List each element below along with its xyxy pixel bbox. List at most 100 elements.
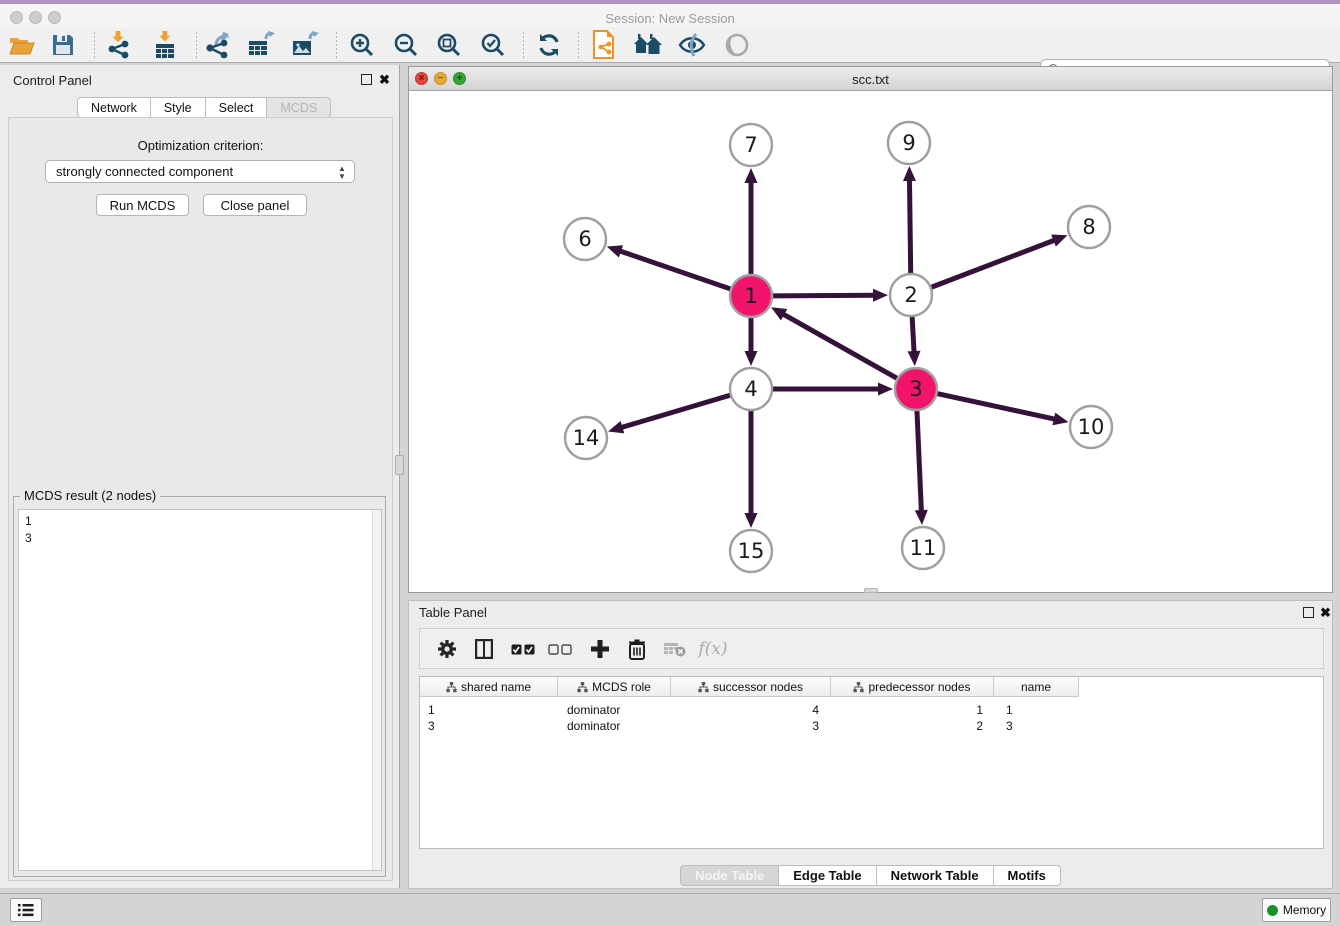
share-network-document-icon[interactable] (588, 30, 620, 60)
network-view-window: × − + scc.txt 7968124314101511 (408, 66, 1333, 593)
graph-edge-1-6[interactable] (618, 250, 731, 289)
table-row[interactable]: 3dominator323 (420, 718, 1323, 734)
tab-mcds[interactable]: MCDS (267, 97, 331, 118)
status-bar: Memory (0, 893, 1340, 926)
tab-node-table[interactable]: Node Table (680, 865, 779, 886)
table-row[interactable]: 1dominator411 (420, 702, 1323, 718)
delete-column-trash-icon[interactable] (622, 634, 652, 664)
graph-node-label: 8 (1082, 215, 1095, 239)
graph-edge-arrowhead (878, 383, 893, 396)
table-cell: 3 (998, 718, 1083, 734)
graph-edge-arrowhead (915, 510, 928, 525)
zoom-in-icon[interactable] (346, 30, 378, 60)
vertical-splitter-grip[interactable] (395, 455, 404, 475)
table-header-row: shared name MCDS role successor nodes prede… (420, 677, 1079, 697)
network-window-titlebar[interactable]: × − + scc.txt (409, 67, 1332, 91)
zoom-selected-icon[interactable] (477, 30, 509, 60)
graph-edge-arrowhead (1052, 413, 1068, 426)
graph-edge-arrowhead (873, 289, 888, 302)
close-panel-button[interactable]: Close panel (203, 194, 307, 216)
memory-button[interactable]: Memory (1262, 898, 1331, 922)
network-window-title: scc.txt (409, 72, 1332, 87)
column-header-label: predecessor nodes (868, 680, 970, 694)
graph-edge-arrowhead (745, 351, 758, 366)
save-session-icon[interactable] (47, 30, 79, 60)
node-table[interactable]: shared name MCDS role successor nodes prede… (419, 676, 1324, 849)
run-mcds-button[interactable]: Run MCDS (96, 194, 189, 216)
session-title: Session: New Session (0, 11, 1340, 26)
add-column-icon[interactable] (585, 634, 615, 664)
graph-edge-1-2[interactable] (772, 295, 876, 296)
graph-node-label: 4 (744, 377, 757, 401)
table-panel-tabs: Node Table Edge Table Network Table Moti… (409, 865, 1332, 886)
graph-node-label: 7 (744, 133, 757, 157)
graph-edge-2-3[interactable] (912, 316, 914, 354)
graph-node-label: 15 (738, 539, 765, 563)
import-network-icon[interactable] (103, 30, 135, 60)
graph-edge-4-14[interactable] (620, 395, 731, 428)
mcds-tab-content: Optimization criterion: strongly connect… (8, 117, 393, 881)
result-scrollbar[interactable] (372, 510, 381, 870)
mcds-result-line: 3 (25, 530, 381, 547)
export-network-icon[interactable] (202, 30, 234, 60)
refresh-layout-icon[interactable] (533, 30, 565, 60)
table-cell: 2 (834, 718, 997, 734)
tab-edge-table[interactable]: Edge Table (779, 865, 876, 886)
graph-edge-3-1[interactable] (781, 313, 897, 379)
mcds-result-textarea[interactable]: 13 (18, 509, 382, 871)
tab-network[interactable]: Network (77, 97, 151, 118)
column-header-name[interactable]: name (994, 677, 1079, 697)
tab-motifs[interactable]: Motifs (994, 865, 1061, 886)
control-panel: Control Panel ✖ Network Style Select MCD… (0, 65, 400, 888)
graph-edge-3-11[interactable] (917, 410, 922, 513)
visibility-toggle-icon[interactable] (676, 30, 708, 60)
main-toolbar (0, 27, 1340, 63)
split-columns-icon[interactable] (469, 634, 499, 664)
network-resize-grip[interactable] (864, 588, 878, 593)
app-titlebar: Session: New Session (0, 0, 1340, 27)
export-table-icon[interactable] (245, 30, 277, 60)
table-toolbar: f(x) (419, 628, 1324, 669)
close-panel-icon[interactable]: ✖ (379, 74, 390, 85)
settings-gear-icon[interactable] (432, 634, 462, 664)
tab-select[interactable]: Select (206, 97, 268, 118)
open-session-icon[interactable] (6, 30, 38, 60)
select-all-checkboxes-icon[interactable] (508, 634, 538, 664)
column-header-label: shared name (461, 680, 531, 694)
export-image-icon[interactable] (289, 30, 321, 60)
network-graph-canvas[interactable]: 7968124314101511 (409, 91, 1332, 592)
graph-edge-arrowhead (1051, 234, 1067, 246)
tab-style[interactable]: Style (151, 97, 206, 118)
column-header-label: successor nodes (713, 680, 803, 694)
control-panel-tabs: Network Style Select MCDS (77, 97, 331, 118)
home-icon[interactable] (632, 30, 664, 60)
graph-edge-3-10[interactable] (937, 393, 1057, 419)
close-table-panel-icon[interactable]: ✖ (1320, 607, 1331, 618)
table-panel-title: Table Panel (419, 605, 487, 620)
float-table-panel-icon[interactable] (1303, 607, 1314, 618)
criterion-value: strongly connected component (56, 164, 233, 179)
graph-node-label: 11 (910, 536, 937, 560)
mcds-result-title: MCDS result (2 nodes) (20, 488, 160, 503)
graph-edge-2-8[interactable] (931, 239, 1057, 287)
table-cell: dominator (559, 702, 672, 718)
graph-edge-arrowhead (907, 351, 920, 366)
optimization-criterion-label: Optimization criterion: (9, 138, 392, 153)
float-panel-icon[interactable] (361, 74, 372, 85)
graph-node-label: 10 (1078, 415, 1105, 439)
column-header-predecessor-nodes[interactable]: predecessor nodes (831, 677, 994, 697)
function-builder-icon: f(x) (698, 634, 728, 664)
deselect-all-checkboxes-icon[interactable] (545, 634, 575, 664)
tab-network-table[interactable]: Network Table (877, 865, 994, 886)
column-header-successor-nodes[interactable]: successor nodes (671, 677, 831, 697)
import-table-icon[interactable] (149, 30, 181, 60)
zoom-out-icon[interactable] (390, 30, 422, 60)
criterion-dropdown[interactable]: strongly connected component ▲▼ (45, 160, 355, 183)
column-header-MCDS-role[interactable]: MCDS role (558, 677, 671, 697)
column-type-icon (698, 682, 709, 693)
column-header-shared-name[interactable]: shared name (420, 677, 558, 697)
graph-edge-2-9[interactable] (909, 178, 910, 274)
graph-edge-arrowhead (745, 513, 758, 528)
zoom-fit-icon[interactable] (433, 30, 465, 60)
show-panels-list-button[interactable] (10, 898, 42, 922)
